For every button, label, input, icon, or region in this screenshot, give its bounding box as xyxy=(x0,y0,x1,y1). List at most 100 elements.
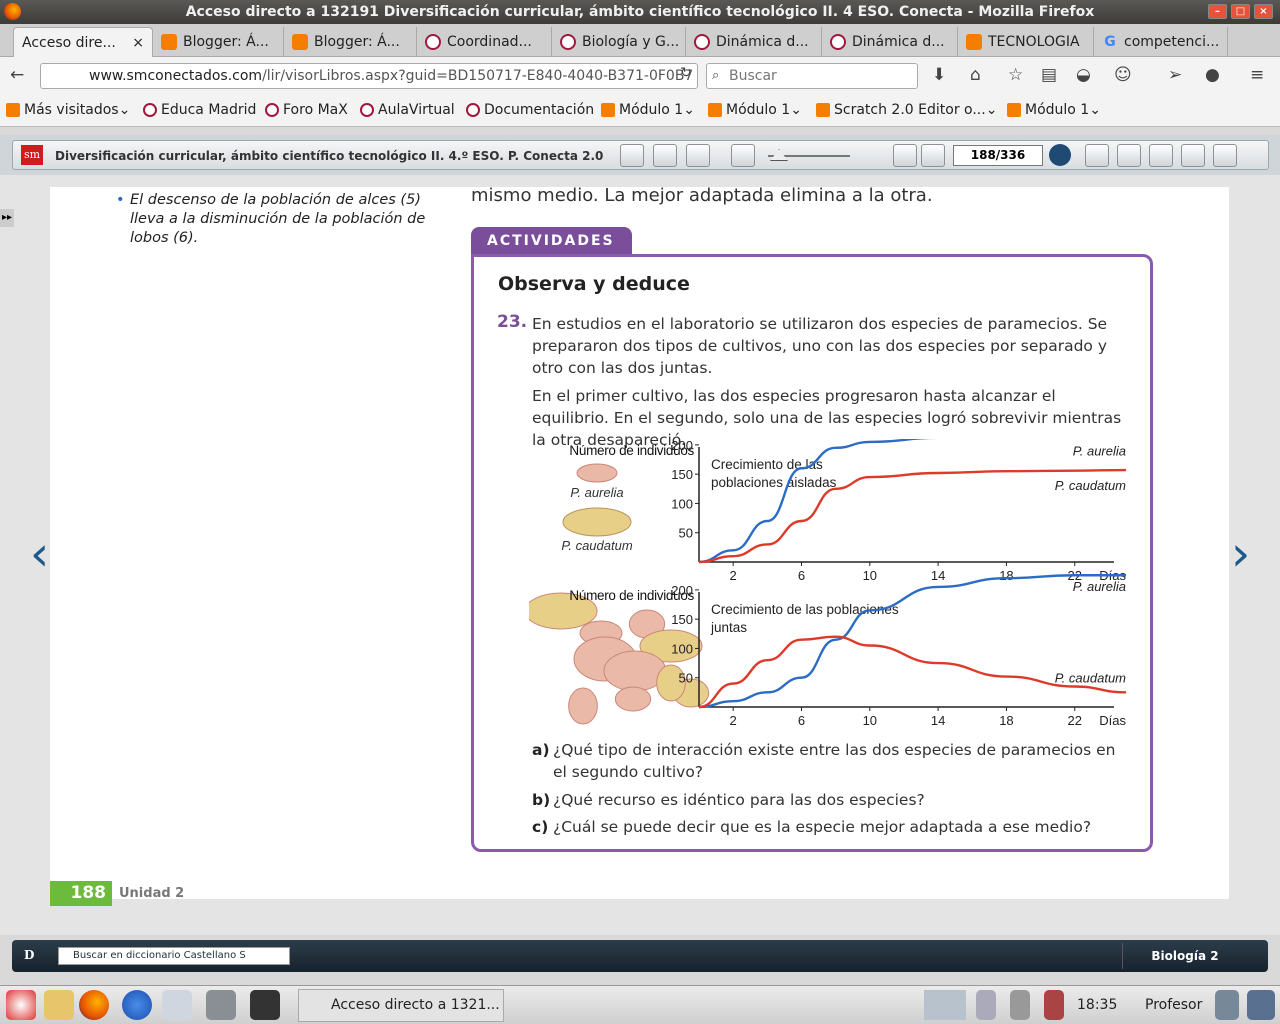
chart-title: Crecimiento de las poblaciones juntas xyxy=(710,602,899,635)
minimize-button[interactable]: – xyxy=(1208,4,1227,19)
page-indicator[interactable]: 188/336 xyxy=(953,145,1043,166)
x-tick-label: 10 xyxy=(863,713,877,728)
tab[interactable]: Dinámica d... xyxy=(822,27,958,57)
book-name: Biología 2 xyxy=(1122,943,1247,969)
tab-label: Biología y G... xyxy=(582,34,680,50)
bookmark-modulo-1[interactable]: Módulo 1 ⌄ xyxy=(1007,102,1101,118)
notes-app-icon[interactable] xyxy=(162,990,192,1020)
shield-icon[interactable] xyxy=(1215,990,1239,1020)
search-icon: ⌕ xyxy=(712,68,720,83)
book-page: • El descenso de la población de alces (5… xyxy=(50,185,1229,906)
url-field[interactable]: www.smconectados.com/lir/visorLibros.asp… xyxy=(40,63,698,89)
tab[interactable]: TECNOLOGIA xyxy=(958,27,1094,57)
tab-active[interactable]: Acceso dire... × xyxy=(13,27,153,57)
camera-icon[interactable] xyxy=(206,990,236,1020)
folder-icon xyxy=(6,103,20,117)
bookmark-label: Módulo 1 xyxy=(1025,102,1090,118)
blogger-icon xyxy=(161,34,177,50)
bookmark-modulo-1[interactable]: Módulo 1 ⌄ xyxy=(708,102,802,118)
bookmark-label: Foro MaX xyxy=(283,102,348,118)
addon-icon[interactable]: ☺ xyxy=(1114,65,1132,85)
trash-icon[interactable] xyxy=(1247,990,1275,1020)
tab-label: competenci... xyxy=(1124,34,1220,50)
workspace-switcher[interactable] xyxy=(924,990,966,1020)
maximize-button[interactable]: □ xyxy=(1231,4,1250,19)
bookmark-mas-visitados[interactable]: Más visitados ⌄ xyxy=(6,102,130,118)
bookmark-documentacion[interactable]: Documentación xyxy=(466,102,594,118)
send-icon[interactable]: ➢ xyxy=(1168,65,1182,85)
zoom-button[interactable] xyxy=(731,144,755,167)
dictionary-logo: D xyxy=(24,948,35,962)
bullet: • xyxy=(116,192,125,208)
sub-question-text: ¿Cuál se puede decir que es la especie m… xyxy=(553,818,1092,836)
volume-icon[interactable] xyxy=(1044,990,1064,1020)
tools-button[interactable] xyxy=(1117,144,1141,167)
download-icon[interactable]: ⬇ xyxy=(932,65,946,85)
unit-label: Unidad 2 xyxy=(119,886,185,901)
index-button[interactable] xyxy=(620,144,644,167)
next-page-arrow[interactable]: › xyxy=(1231,530,1250,580)
reading-list-icon[interactable]: ▤ xyxy=(1041,65,1057,85)
bookmark-star-icon[interactable]: ☆ xyxy=(1008,65,1023,85)
x-tick-label: 14 xyxy=(931,568,945,583)
prev-page-arrow[interactable]: ‹ xyxy=(30,530,49,580)
series-label: P. aurelia xyxy=(1073,444,1126,459)
user-menu[interactable]: Profesor xyxy=(1145,997,1202,1013)
bookmark-aulavirtual[interactable]: AulaVirtual xyxy=(360,102,455,118)
chromium-icon[interactable] xyxy=(122,990,152,1020)
reload-icon[interactable]: ↻ xyxy=(680,65,692,81)
bookmark-foro-max[interactable]: Foro MaX xyxy=(265,102,348,118)
menu-icon[interactable]: ≡ xyxy=(1250,65,1264,85)
series-label: P. caudatum xyxy=(1055,670,1126,685)
paramecium-mixed-image xyxy=(614,686,652,712)
prev-page-button[interactable] xyxy=(893,144,917,167)
users-button[interactable] xyxy=(1085,144,1109,167)
chart-title: Crecimiento de las poblaciones aisladas xyxy=(711,457,837,490)
tab[interactable]: Gcompetenci... xyxy=(1094,27,1228,57)
thumbnails-button[interactable] xyxy=(653,144,677,167)
y-tick-label: 100 xyxy=(671,496,693,511)
tab-close-icon[interactable]: × xyxy=(132,35,144,51)
paramecium-caudatum-image xyxy=(562,507,632,537)
taskbar-window-firefox[interactable]: Acceso directo a 1321... xyxy=(298,989,504,1022)
rss-icon xyxy=(816,103,830,117)
paramecium-aurelia-image xyxy=(576,463,618,483)
sub-question-letter: c) xyxy=(532,818,549,836)
tab[interactable]: Blogger: Á... xyxy=(153,27,284,57)
x-tick-label: 2 xyxy=(730,713,737,728)
notes-button[interactable] xyxy=(1213,144,1237,167)
go-button[interactable] xyxy=(1049,144,1071,166)
side-panel-toggle[interactable]: ▸▸ xyxy=(0,209,14,227)
spinner-icon xyxy=(694,34,710,50)
chat-icon[interactable]: ● xyxy=(1205,65,1220,85)
firefox-launcher-icon[interactable] xyxy=(79,990,109,1020)
tab[interactable]: Dinámica d... xyxy=(686,27,822,57)
presentation-button[interactable] xyxy=(1181,144,1205,167)
tab[interactable]: Blogger: Á... xyxy=(284,27,417,57)
editor-icon[interactable] xyxy=(44,990,74,1020)
close-window-button[interactable]: × xyxy=(1254,4,1273,19)
bookmark-modulo-1[interactable]: Módulo 1 ⌄ xyxy=(601,102,695,118)
section-title: Observa y deduce xyxy=(498,273,690,295)
tab-label: Acceso dire... xyxy=(22,34,116,51)
bookmark-scratch[interactable]: Scratch 2.0 Editor o... ⌄ xyxy=(816,102,997,118)
battery-icon[interactable] xyxy=(1010,990,1030,1020)
home-icon[interactable]: ⌂ xyxy=(970,65,981,85)
tab[interactable]: Biología y G... xyxy=(552,27,686,57)
terminal-icon[interactable] xyxy=(250,990,280,1020)
tab[interactable]: Coordinad... xyxy=(417,27,552,57)
start-menu-icon[interactable] xyxy=(6,990,36,1020)
sm-logo: sm xyxy=(21,145,43,165)
search-input[interactable]: Buscar xyxy=(706,63,918,89)
pocket-icon[interactable]: ◒ xyxy=(1076,65,1091,85)
back-icon[interactable]: ← xyxy=(10,65,24,85)
dictionary-search-input[interactable]: Buscar en diccionario Castellano S xyxy=(58,947,290,965)
next-page-button[interactable] xyxy=(921,144,945,167)
share-button[interactable] xyxy=(1149,144,1173,167)
double-page-button[interactable] xyxy=(686,144,710,167)
rss-icon xyxy=(708,103,722,117)
book-viewer: ▸▸ ‹ › • El descenso de la población de a… xyxy=(0,175,1280,935)
network-icon[interactable] xyxy=(976,990,996,1020)
x-tick-label: 18 xyxy=(999,713,1013,728)
bookmark-educa-madrid[interactable]: Educa Madrid xyxy=(143,102,256,118)
